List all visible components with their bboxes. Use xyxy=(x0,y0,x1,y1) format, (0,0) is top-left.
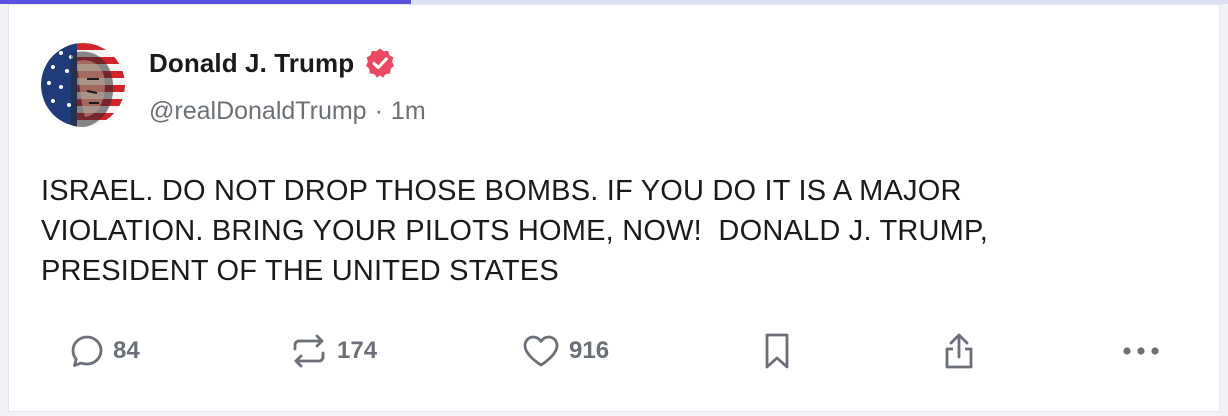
like-count: 916 xyxy=(569,337,610,364)
avatar[interactable] xyxy=(41,43,125,127)
author-display-name[interactable]: Donald J. Trump xyxy=(149,48,354,79)
bookmark-icon xyxy=(761,331,793,371)
heart-icon xyxy=(521,333,561,369)
handle-separator: · xyxy=(374,97,383,125)
share-button[interactable] xyxy=(941,327,977,375)
author-name-row: Donald J. Trump xyxy=(149,45,396,81)
author-handle-row: @realDonaldTrump · 1m xyxy=(149,97,426,126)
american-flag-portrait-avatar xyxy=(41,43,125,127)
author-handle[interactable]: @realDonaldTrump xyxy=(149,97,367,126)
post-timestamp[interactable]: 1m xyxy=(391,97,426,126)
more-options-button[interactable] xyxy=(1121,327,1161,375)
post-body-text: ISRAEL. DO NOT DROP THOSE BOMBS. IF YOU … xyxy=(41,175,989,287)
share-icon xyxy=(941,331,977,371)
more-icon xyxy=(1121,345,1161,357)
post-card[interactable]: Donald J. Trump @realDonaldTrump · 1m IS… xyxy=(8,4,1220,412)
like-button[interactable]: 916 xyxy=(521,327,609,375)
reply-button[interactable]: 84 xyxy=(69,327,140,375)
reply-icon xyxy=(69,333,105,369)
reply-count: 84 xyxy=(113,337,140,364)
page: Donald J. Trump @realDonaldTrump · 1m IS… xyxy=(0,0,1228,416)
post-action-bar: 84 174 916 xyxy=(9,327,1221,375)
bookmark-button[interactable] xyxy=(761,327,793,375)
retruth-count: 174 xyxy=(337,337,378,364)
retruth-button[interactable]: 174 xyxy=(289,327,377,375)
verified-badge-icon xyxy=(364,47,396,79)
retruth-icon xyxy=(289,333,329,369)
